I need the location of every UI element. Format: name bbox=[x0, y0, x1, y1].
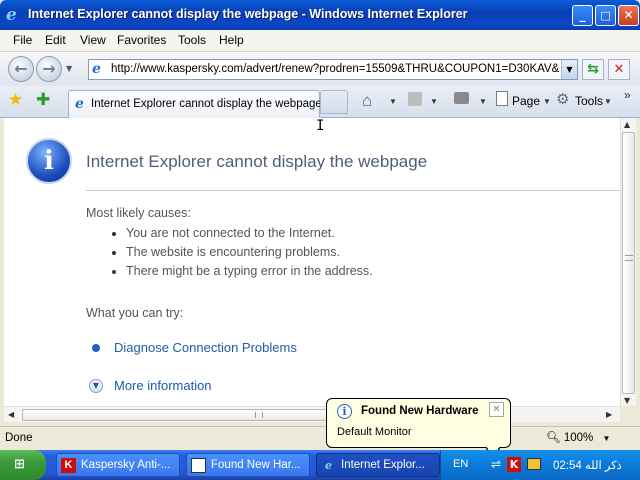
try-heading: What you can try: bbox=[86, 306, 184, 320]
back-arrow-icon[interactable]: ← bbox=[8, 56, 34, 82]
title-divider bbox=[86, 190, 620, 191]
tab-page-icon: e bbox=[75, 96, 84, 112]
address-toolbar: ← → ▼ e http://www.kaspersky.com/advert/… bbox=[0, 52, 640, 86]
menu-file[interactable]: File bbox=[13, 33, 32, 47]
menu-bar: File Edit View Favorites Tools Help bbox=[0, 30, 640, 52]
zoom-dropdown-icon[interactable]: ▼ bbox=[602, 434, 610, 443]
menu-favorites[interactable]: Favorites bbox=[117, 33, 166, 47]
maximize-button[interactable]: □ bbox=[595, 5, 616, 26]
clock[interactable]: 02:54 ذكر الله bbox=[553, 458, 622, 472]
tools-dropdown-icon[interactable]: ▼ bbox=[604, 97, 612, 106]
address-dropdown-icon[interactable]: ▼ bbox=[561, 60, 577, 79]
scroll-left-icon[interactable]: ◀ bbox=[8, 410, 14, 419]
address-bar[interactable]: e http://www.kaspersky.com/advert/renew?… bbox=[88, 59, 578, 80]
scroll-grip-icon bbox=[255, 412, 263, 418]
taskbar-button-label: Kaspersky Anti-... bbox=[81, 459, 171, 471]
info-icon: i bbox=[26, 138, 72, 184]
close-button[interactable]: ✕ bbox=[618, 5, 639, 26]
status-text: Done bbox=[5, 432, 33, 444]
system-tray: EN ⇌ K 02:54 ذكر الله bbox=[440, 450, 640, 480]
taskbar: ⊞ K Kaspersky Anti-... Found New Har... … bbox=[0, 450, 640, 480]
add-favorite-icon[interactable]: ✚ bbox=[36, 90, 50, 110]
menu-view[interactable]: View bbox=[80, 33, 106, 47]
home-icon[interactable]: ⌂ bbox=[362, 91, 372, 111]
notification-balloon[interactable]: i Found New Hardware ✕ Default Monitor bbox=[326, 398, 511, 459]
error-title: Internet Explorer cannot display the web… bbox=[86, 152, 428, 171]
stop-icon[interactable]: ✕ bbox=[608, 59, 630, 80]
page-dropdown-icon[interactable]: ▼ bbox=[543, 97, 551, 106]
vertical-scrollbar[interactable]: ▲ ▼ bbox=[620, 118, 636, 406]
title-bar[interactable]: e Internet Explorer cannot display the w… bbox=[0, 0, 640, 30]
tab-current[interactable]: e Internet Explorer cannot display the w… bbox=[68, 90, 322, 118]
tools-menu-button[interactable]: Tools bbox=[575, 94, 603, 108]
address-input[interactable]: http://www.kaspersky.com/advert/renew?pr… bbox=[111, 63, 559, 75]
taskbar-button-label: Found New Har... bbox=[211, 459, 301, 471]
menu-tools[interactable]: Tools bbox=[178, 33, 206, 47]
page-icon: e bbox=[92, 61, 101, 77]
hardware-icon bbox=[191, 458, 206, 473]
page-content: i Internet Explorer cannot display the w… bbox=[4, 118, 620, 406]
network-icon[interactable]: ⇌ bbox=[491, 457, 501, 471]
bullet bbox=[112, 270, 116, 274]
scroll-down-icon[interactable]: ▼ bbox=[624, 396, 630, 405]
zoom-control[interactable]: 🔍︎ 100% ▼ bbox=[546, 430, 610, 444]
recent-pages-dropdown-icon[interactable]: ▼ bbox=[66, 64, 72, 73]
new-tab-button[interactable] bbox=[320, 90, 348, 114]
feeds-dropdown-icon[interactable]: ▼ bbox=[430, 97, 438, 106]
forward-arrow-icon[interactable]: → bbox=[36, 56, 62, 82]
balloon-close-icon[interactable]: ✕ bbox=[489, 402, 504, 417]
causes-heading: Most likely causes: bbox=[86, 206, 191, 220]
windows-flag-icon: ⊞ bbox=[14, 457, 25, 472]
horizontal-scrollbar[interactable]: ◀ ▶ bbox=[4, 406, 620, 422]
toolbar-overflow-icon[interactable]: » bbox=[624, 88, 631, 102]
more-information-link[interactable]: More information bbox=[114, 378, 212, 393]
balloon-title: Found New Hardware bbox=[361, 405, 479, 417]
cause-item: There might be a typing error in the add… bbox=[126, 264, 373, 278]
page-menu-button[interactable]: Page bbox=[512, 94, 540, 108]
info-icon: i bbox=[337, 404, 352, 419]
cause-item: The website is encountering problems. bbox=[126, 245, 341, 259]
home-dropdown-icon[interactable]: ▼ bbox=[389, 97, 397, 106]
tab-label: Internet Explorer cannot display the web… bbox=[91, 98, 322, 110]
cause-item: You are not connected to the Internet. bbox=[126, 226, 335, 240]
diagnose-connection-link[interactable]: Diagnose Connection Problems bbox=[114, 340, 297, 355]
status-bar: Done 🔍︎ 100% ▼ bbox=[0, 426, 640, 450]
scroll-grip-icon bbox=[625, 255, 633, 261]
minimize-button[interactable]: _ bbox=[572, 5, 593, 26]
kaspersky-icon: K bbox=[61, 458, 76, 473]
feeds-icon[interactable] bbox=[408, 92, 422, 106]
text-cursor-icon: I bbox=[316, 118, 325, 134]
page-doc-icon bbox=[496, 91, 508, 106]
vertical-scroll-thumb[interactable] bbox=[622, 132, 635, 394]
bullet bbox=[112, 232, 116, 236]
taskbar-button-label: Internet Explor... bbox=[341, 459, 425, 471]
refresh-icon[interactable]: ⇆ bbox=[582, 59, 604, 80]
zoom-level: 100% bbox=[563, 432, 594, 444]
gear-icon: ⚙ bbox=[556, 91, 570, 108]
start-button[interactable]: ⊞ bbox=[0, 450, 46, 480]
bullet bbox=[112, 251, 116, 255]
link-bullet-icon bbox=[92, 344, 100, 352]
ie-window: e Internet Explorer cannot display the w… bbox=[0, 0, 640, 480]
monitor-tray-icon[interactable] bbox=[527, 458, 541, 470]
kaspersky-tray-icon[interactable]: K bbox=[507, 457, 521, 472]
print-dropdown-icon[interactable]: ▼ bbox=[479, 97, 487, 106]
balloon-text: Default Monitor bbox=[337, 426, 412, 438]
scroll-right-icon[interactable]: ▶ bbox=[606, 410, 612, 419]
language-indicator[interactable]: EN bbox=[453, 458, 468, 470]
scroll-up-icon[interactable]: ▲ bbox=[624, 120, 630, 129]
tab-toolbar: ★ ✚ e Internet Explorer cannot display t… bbox=[0, 86, 640, 118]
taskbar-button-internet-explorer[interactable]: e Internet Explor... bbox=[316, 453, 440, 477]
printer-icon[interactable] bbox=[454, 92, 469, 104]
magnifier-icon: 🔍︎ bbox=[546, 432, 561, 444]
favorites-star-icon[interactable]: ★ bbox=[8, 90, 23, 110]
window-title: Internet Explorer cannot display the web… bbox=[28, 7, 468, 21]
ie-logo-icon: e bbox=[6, 5, 17, 25]
ie-icon: e bbox=[325, 459, 332, 472]
menu-help[interactable]: Help bbox=[219, 33, 244, 47]
taskbar-button-found-new-hardware[interactable]: Found New Har... bbox=[186, 453, 310, 477]
expand-chevron-icon[interactable]: ▼ bbox=[89, 379, 103, 393]
menu-edit[interactable]: Edit bbox=[45, 33, 66, 47]
taskbar-button-kaspersky[interactable]: K Kaspersky Anti-... bbox=[56, 453, 180, 477]
